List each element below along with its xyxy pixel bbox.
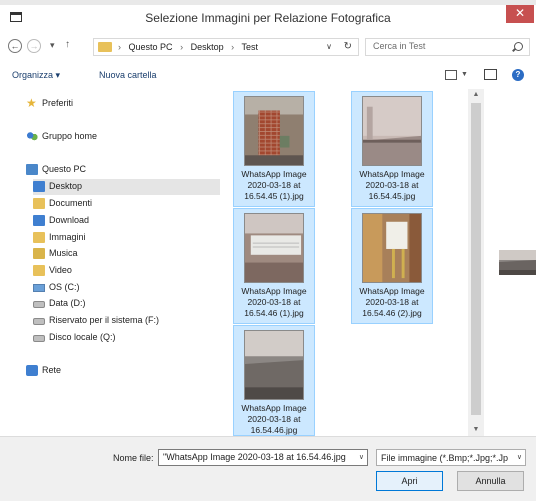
scroll-up-arrow-icon[interactable]: ▲ (468, 89, 484, 101)
filename-label: Nome file: (113, 453, 154, 463)
chevron-down-icon[interactable]: ▼ (461, 71, 468, 78)
sidebar-item-drive-d[interactable]: Data (D:) (33, 296, 220, 312)
filename-combobox[interactable]: ∨ (158, 449, 368, 466)
file-tile-selected[interactable]: WhatsApp Image 2020-03-18 at 16.54.46.jp… (233, 325, 315, 436)
drive-icon (33, 318, 45, 325)
filename-input[interactable] (163, 452, 351, 462)
file-tile[interactable]: WhatsApp Image 2020-03-18 at 16.54.46 (2… (351, 208, 433, 324)
download-folder-icon (33, 215, 45, 226)
recent-locations-chevron-icon[interactable]: ▾ (50, 40, 55, 51)
computer-icon (26, 164, 38, 175)
image-thumbnail (244, 96, 304, 166)
network-icon (26, 365, 38, 376)
file-name-line: WhatsApp Image (241, 286, 307, 296)
os-drive-icon (33, 284, 45, 292)
search-input[interactable] (373, 41, 503, 51)
image-thumbnail (244, 330, 304, 400)
help-icon[interactable]: ? (512, 69, 524, 81)
search-icon (514, 42, 523, 51)
breadcrumb-item[interactable]: Desktop (191, 42, 224, 52)
file-name-line: 2020-03-18 at (247, 414, 301, 424)
documents-folder-icon (33, 198, 45, 209)
folder-icon (98, 42, 112, 52)
new-folder-button[interactable]: Nuova cartella (99, 70, 157, 80)
open-button[interactable]: Apri (376, 471, 443, 491)
file-name-line: 16.54.45 (1).jpg (244, 191, 304, 201)
file-name-line: 16.54.46 (2).jpg (362, 308, 422, 318)
scroll-down-arrow-icon[interactable]: ▼ (468, 424, 484, 436)
sidebar-item-download[interactable]: Download (33, 213, 220, 229)
image-thumbnail (362, 213, 422, 283)
file-name-line: 16.54.46.jpg (250, 425, 298, 435)
file-tile[interactable]: WhatsApp Image 2020-03-18 at 16.54.45 (1… (233, 91, 315, 207)
toolbar: Organizza ▾ Nuova cartella ▼ ? (0, 62, 536, 88)
star-icon: ★ (26, 96, 37, 110)
organize-button[interactable]: Organizza ▾ (12, 70, 60, 81)
image-thumbnail (362, 96, 422, 166)
sidebar-item-music[interactable]: Musica (33, 246, 220, 262)
breadcrumb-item[interactable]: Questo PC (129, 42, 173, 52)
preview-pane-icon[interactable] (484, 69, 497, 80)
cancel-button[interactable]: Annulla (457, 471, 524, 491)
window-title: Selezione Immagini per Relazione Fotogra… (145, 11, 391, 25)
dialog-footer: Nome file: ∨ File immagine (*.Bmp;*.Jpg;… (0, 436, 536, 501)
sidebar-item-drive-c[interactable]: OS (C:) (33, 280, 220, 296)
image-thumbnail (244, 213, 304, 283)
breadcrumb-item[interactable]: Test (241, 42, 258, 52)
sidebar-item-drive-f[interactable]: Riservato per il sistema (F:) (33, 313, 220, 329)
file-name-line: WhatsApp Image (359, 169, 425, 179)
file-name-line: 2020-03-18 at (365, 180, 419, 190)
nav-favorites[interactable]: ★ Preferiti (26, 96, 216, 112)
up-arrow-icon[interactable]: ↑ (65, 39, 70, 50)
file-type-select[interactable]: File immagine (*.Bmp;*.Jpg;*.Jp ∨ (376, 449, 526, 466)
navigation-pane: ★ Preferiti Gruppo home Questo PC Deskto… (0, 89, 226, 436)
file-name-line: 2020-03-18 at (365, 297, 419, 307)
back-arrow-icon[interactable]: ← (8, 39, 22, 53)
nav-homegroup[interactable]: Gruppo home (26, 129, 216, 145)
homegroup-icon (26, 131, 38, 142)
sidebar-item-desktop[interactable]: Desktop (33, 179, 220, 195)
nav-this-pc[interactable]: Questo PC (26, 162, 216, 178)
file-list-scrollbar[interactable]: ▲ ▼ (468, 89, 484, 436)
file-name-line: 16.54.45.jpg (368, 191, 416, 201)
refresh-icon[interactable]: ↻ (344, 41, 352, 52)
drive-icon (33, 301, 45, 308)
sidebar-item-video[interactable]: Video (33, 263, 220, 279)
view-options-icon[interactable] (445, 70, 457, 80)
file-name-line: 16.54.46 (1).jpg (244, 308, 304, 318)
sidebar-item-drive-q[interactable]: Disco locale (Q:) (33, 330, 220, 346)
music-folder-icon (33, 248, 45, 259)
sidebar-item-documents[interactable]: Documenti (33, 196, 220, 212)
desktop-folder-icon (33, 181, 45, 192)
scroll-thumb[interactable] (471, 103, 481, 415)
preview-pane (484, 89, 536, 436)
file-tile[interactable]: WhatsApp Image 2020-03-18 at 16.54.46 (1… (233, 208, 315, 324)
preview-image (499, 250, 536, 275)
file-type-value: File immagine (*.Bmp;*.Jpg;*.Jp (381, 453, 509, 463)
chevron-down-icon[interactable]: ∨ (514, 453, 522, 461)
drive-icon (33, 335, 45, 342)
nav-network[interactable]: Rete (26, 363, 216, 379)
forward-arrow-icon[interactable]: → (27, 39, 41, 53)
chevron-down-icon[interactable]: ∨ (359, 453, 364, 461)
close-button[interactable]: ✕ (506, 5, 534, 23)
search-box[interactable] (365, 38, 530, 56)
file-name-line: WhatsApp Image (359, 286, 425, 296)
file-list: WhatsApp Image 2020-03-18 at 16.54.45 (1… (226, 89, 468, 436)
file-name-line: 2020-03-18 at (247, 180, 301, 190)
video-folder-icon (33, 265, 45, 276)
chevron-down-icon[interactable]: ∨ (326, 42, 332, 51)
file-tile[interactable]: WhatsApp Image 2020-03-18 at 16.54.45.jp… (351, 91, 433, 207)
file-name-line: WhatsApp Image (241, 403, 307, 413)
sidebar-item-pictures[interactable]: Immagini (33, 230, 220, 246)
address-row: ← → ▾ ↑ › Questo PC › Desktop › Test ∨ ↻ (0, 30, 536, 60)
title-bar: Selezione Immagini per Relazione Fotogra… (0, 0, 536, 30)
file-name-line: WhatsApp Image (241, 169, 307, 179)
breadcrumb: › Questo PC › Desktop › Test (118, 42, 258, 52)
file-name-line: 2020-03-18 at (247, 297, 301, 307)
pictures-folder-icon (33, 232, 45, 243)
address-bar[interactable]: › Questo PC › Desktop › Test ∨ ↻ (93, 38, 359, 56)
